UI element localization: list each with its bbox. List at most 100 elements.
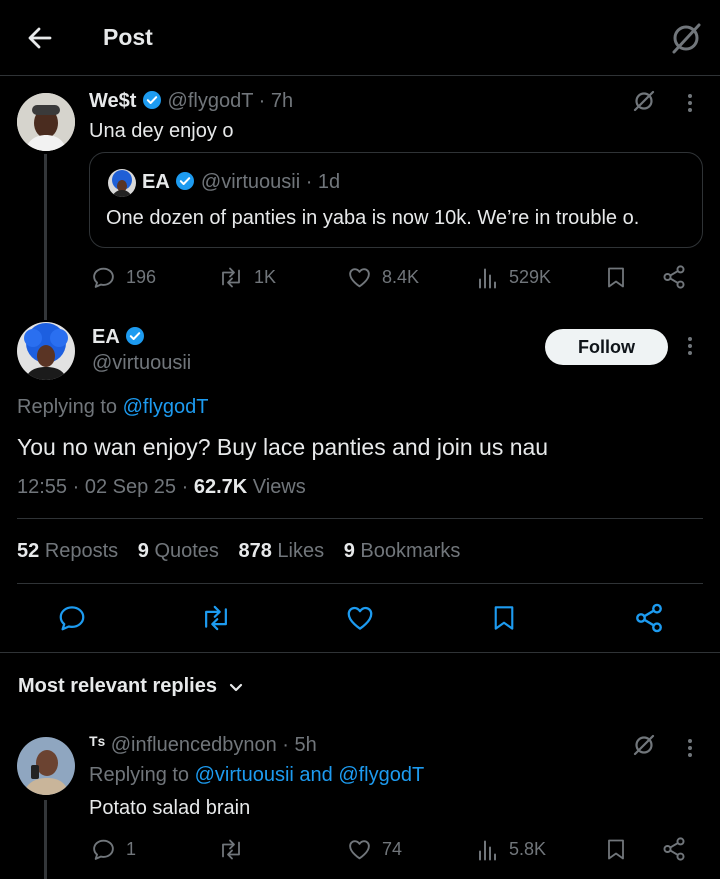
avatar[interactable] — [17, 737, 75, 795]
divider — [0, 652, 720, 653]
reposts-stat[interactable]: 52 Reposts — [17, 540, 118, 562]
post-time[interactable]: 7h — [271, 90, 293, 112]
views-label: Views — [252, 476, 306, 498]
post-text: You no wan enjoy? Buy lace panties and j… — [17, 434, 549, 460]
replying-to-line: Replying to @virtuousii and @flygodT — [89, 764, 424, 787]
divider — [17, 583, 703, 584]
heart-icon — [347, 837, 372, 862]
back-arrow-icon[interactable] — [24, 22, 56, 54]
replying-to-handle[interactable]: @flygodT — [123, 396, 209, 418]
display-name[interactable]: EA — [92, 326, 120, 348]
divider — [17, 518, 703, 519]
chevron-down-icon — [227, 678, 245, 696]
quotes-count: 9 — [137, 540, 149, 562]
verified-badge-icon — [175, 171, 195, 191]
share-icon[interactable] — [661, 264, 687, 290]
repost-icon — [218, 265, 244, 290]
more-options-icon[interactable] — [682, 335, 698, 357]
more-options-icon[interactable] — [682, 737, 698, 759]
display-name[interactable]: We$t — [89, 90, 136, 112]
reply-icon — [91, 837, 116, 862]
like-button[interactable]: 74 — [347, 837, 402, 862]
display-name: EA — [142, 171, 170, 193]
quote-text: One dozen of panties in yaba is now 10k.… — [106, 207, 640, 229]
post-time: 1d — [317, 171, 341, 193]
thread-line — [44, 800, 47, 879]
more-options-icon[interactable] — [682, 92, 698, 114]
post-author-line: We$t @flygodT · 7h — [89, 90, 294, 112]
share-icon[interactable] — [633, 602, 665, 634]
quotes-stat[interactable]: 9 Quotes — [138, 540, 219, 562]
analytics-icon — [477, 265, 499, 290]
bookmarks-label: Bookmarks — [360, 540, 461, 562]
post-time[interactable]: 5h — [295, 734, 317, 756]
quoted-post[interactable]: EA @virtuousii · 1d One dozen of panties… — [89, 152, 703, 248]
avatar[interactable] — [17, 93, 75, 151]
replying-to-label: Replying to — [17, 396, 118, 418]
post-text: Una dey enjoy o — [89, 120, 234, 142]
views-button[interactable]: 5.8K — [477, 837, 546, 862]
share-icon[interactable] — [661, 836, 687, 862]
like-count: 74 — [382, 839, 403, 859]
reply-text: Potato salad brain — [89, 797, 251, 819]
bookmarks-count: 9 — [343, 540, 355, 562]
grok-icon[interactable] — [632, 733, 656, 757]
post-stats: 52 Reposts 9 Quotes 878 Likes 9 Bookmark… — [17, 540, 460, 563]
views-count: 5.8K — [509, 839, 547, 859]
repost-icon[interactable] — [200, 603, 232, 633]
replying-to-handle[interactable]: @virtuousii and @flygodT — [195, 764, 425, 786]
grok-icon[interactable] — [668, 20, 704, 56]
repost-count: 1K — [254, 267, 277, 287]
verified-badge-icon — [125, 326, 145, 346]
replies-sort-label: Most relevant replies — [18, 675, 217, 697]
heart-icon[interactable] — [345, 603, 375, 633]
avatar[interactable] — [17, 322, 75, 380]
thread-line — [44, 154, 47, 320]
reply-icon[interactable] — [57, 603, 87, 633]
reposts-label: Reposts — [44, 540, 119, 562]
handle: @virtuousii — [200, 171, 301, 193]
analytics-icon — [477, 837, 499, 862]
reply-author-line: ᵀˢ @influencedbynon · 5h — [89, 734, 317, 756]
display-name[interactable]: ᵀˢ — [89, 734, 105, 756]
page-title: Post — [103, 24, 153, 50]
reply-button[interactable]: 196 — [91, 265, 156, 290]
bookmarks-stat[interactable]: 9 Bookmarks — [344, 540, 461, 562]
post-timestamp: 12:55 · 02 Sep 25 · 62.7K Views — [17, 476, 306, 498]
replies-sort-dropdown[interactable]: Most relevant replies — [18, 675, 245, 698]
quote-author-line: EA @virtuousii · 1d — [142, 171, 341, 193]
views-count: 529K — [509, 267, 552, 287]
grok-icon[interactable] — [632, 89, 656, 113]
bookmark-icon[interactable] — [605, 837, 627, 862]
reply-button[interactable]: 1 — [91, 837, 136, 862]
repost-icon[interactable] — [218, 837, 244, 862]
reposts-count: 52 — [17, 540, 40, 562]
reply-count: 196 — [126, 267, 157, 287]
handle[interactable]: @influencedbynon — [111, 734, 277, 756]
heart-icon — [347, 265, 372, 290]
bookmark-icon[interactable] — [491, 603, 517, 633]
verified-badge-icon — [142, 90, 162, 110]
like-button[interactable]: 8.4K — [347, 265, 419, 290]
top-bar: Post — [0, 0, 720, 76]
reply-count: 1 — [126, 839, 137, 859]
views-button[interactable]: 529K — [477, 265, 551, 290]
post-author-line: EA — [92, 326, 145, 349]
handle[interactable]: @flygodT — [168, 90, 254, 112]
post-date[interactable]: 02 Sep 25 — [85, 476, 176, 498]
bookmark-icon[interactable] — [605, 265, 627, 290]
likes-count: 878 — [238, 540, 272, 562]
post-time[interactable]: 12:55 — [17, 476, 67, 498]
reply-icon — [91, 265, 116, 290]
replying-to-label: Replying to — [89, 764, 190, 786]
quotes-label: Quotes — [154, 540, 219, 562]
likes-stat[interactable]: 878 Likes — [238, 540, 324, 562]
replying-to-line: Replying to @flygodT — [17, 396, 209, 419]
follow-button[interactable]: Follow — [545, 329, 668, 365]
repost-button[interactable]: 1K — [218, 265, 276, 290]
likes-label: Likes — [277, 540, 325, 562]
handle[interactable]: @virtuousii — [92, 352, 191, 375]
views-count: 62.7K — [193, 476, 248, 498]
like-count: 8.4K — [382, 267, 420, 287]
avatar — [108, 169, 136, 197]
